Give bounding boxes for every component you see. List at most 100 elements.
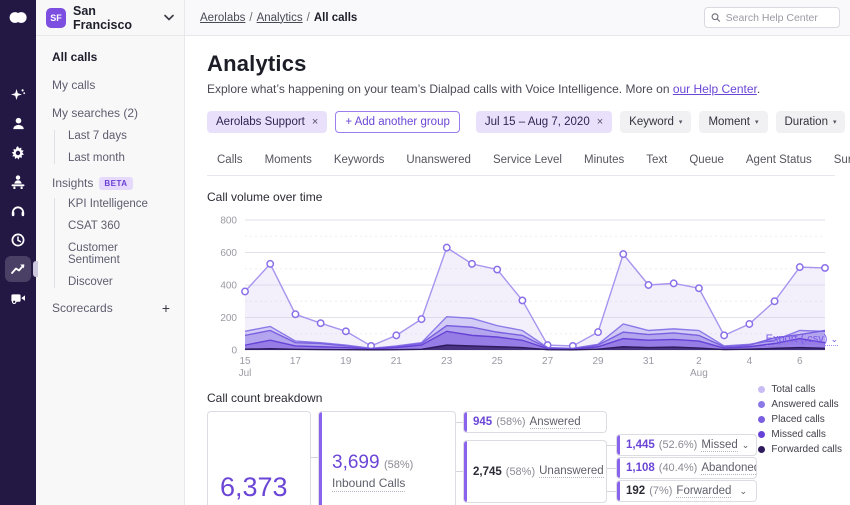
sidebar-item-customer-sentiment[interactable]: Customer Sentiment: [68, 242, 170, 266]
chevron-down-icon[interactable]: ⌄: [742, 440, 750, 451]
workspace-switcher[interactable]: SF San Francisco: [36, 0, 184, 36]
svg-text:200: 200: [220, 313, 237, 324]
ai-sparkles-icon[interactable]: [5, 82, 31, 108]
sidebar-item-csat-360[interactable]: CSAT 360: [68, 220, 170, 232]
legend-placed-calls: Placed calls: [758, 414, 842, 425]
duration-filter[interactable]: Duration ▾: [775, 111, 846, 133]
svg-text:4: 4: [747, 356, 753, 367]
svg-text:21: 21: [391, 356, 403, 367]
sidebar-item-my-calls[interactable]: My calls: [52, 78, 170, 92]
total-calls-box[interactable]: 6,373 Total Calls: [207, 411, 311, 505]
chevron-down-icon: ▾: [832, 119, 837, 126]
missed-label[interactable]: Missed: [701, 439, 738, 452]
search-input[interactable]: [725, 11, 833, 24]
group-filter-chip[interactable]: Aerolabs Support ×: [207, 111, 328, 133]
svg-text:25: 25: [492, 356, 504, 367]
page-content: Analytics Explore what’s happening on yo…: [185, 36, 850, 505]
chart-legend: Total calls Answered calls Placed calls …: [758, 384, 842, 459]
unanswered-label[interactable]: Unanswered: [539, 465, 604, 478]
remove-group-icon[interactable]: ×: [312, 116, 318, 128]
answered-calls-box[interactable]: 945 (58%) Answered: [463, 411, 607, 433]
svg-text:15: 15: [239, 356, 251, 367]
call-volume-chart[interactable]: 0 200 400 600 800 15 17 19 21 23 25 27 29 31 2 4 6 Jul Aug: [207, 208, 835, 380]
page-title: Analytics: [207, 51, 307, 76]
breadcrumb: Aerolabs / Analytics / All calls: [200, 11, 358, 24]
abandoned-label[interactable]: Abandoned: [701, 462, 756, 475]
legend-total-calls: Total calls: [758, 384, 842, 395]
remove-date-icon[interactable]: ×: [597, 116, 603, 128]
total-calls-value: 6,373: [220, 472, 288, 502]
chevron-down-icon: ▾: [678, 119, 683, 126]
sidebar-item-all-calls[interactable]: All calls: [52, 50, 170, 64]
svg-text:27: 27: [542, 356, 554, 367]
legend-answered-calls: Answered calls: [758, 399, 842, 410]
tab-agent-status[interactable]: Agent Status: [736, 148, 822, 176]
forwarded-dropdown[interactable]: 192 (7%) Forwarded ⌄: [616, 480, 757, 502]
breadcrumb-analytics[interactable]: Analytics: [257, 12, 303, 24]
coaching-icon[interactable]: [5, 169, 31, 195]
beta-badge: BETA: [99, 176, 133, 190]
forwarded-calls-dot: [758, 446, 766, 453]
moment-filter[interactable]: Moment ▾: [699, 111, 768, 133]
contacts-icon[interactable]: [5, 111, 31, 137]
svg-text:31: 31: [643, 356, 655, 367]
inbound-calls-label[interactable]: Inbound Calls: [332, 475, 406, 493]
svg-text:600: 600: [220, 248, 237, 259]
volume-section-title: Call volume over time: [207, 190, 323, 204]
sidebar-item-my-searches[interactable]: My searches (2): [52, 106, 170, 120]
add-group-button[interactable]: + Add another group: [335, 111, 460, 133]
total-calls-dot: [758, 386, 766, 393]
forwarded-label[interactable]: Forwarded: [676, 485, 732, 498]
unanswered-calls-box[interactable]: 2,745 (58%) Unanswered: [463, 440, 607, 503]
missed-dropdown[interactable]: 1,445 (52.6%) Missed ⌄: [616, 434, 757, 456]
forwarded-value: 192: [626, 485, 646, 497]
abandoned-dropdown[interactable]: 1,108 (40.4%) Abandoned ⌄: [616, 457, 757, 479]
settings-gear-icon[interactable]: [5, 140, 31, 166]
page-subtitle: Explore what’s happening on your team’s …: [207, 82, 761, 96]
tab-queue[interactable]: Queue: [679, 148, 734, 176]
chevron-down-icon[interactable]: ⌄: [739, 486, 747, 497]
tab-text[interactable]: Text: [636, 148, 677, 176]
chevron-down-icon: ⌄: [830, 334, 838, 344]
saved-searches-group: Last 7 days Last month: [54, 130, 170, 164]
tab-minutes[interactable]: Minutes: [574, 148, 634, 176]
help-search[interactable]: [704, 7, 840, 28]
breadcrumb-aerolabs[interactable]: Aerolabs: [200, 12, 245, 24]
sidebar-item-kpi-intelligence[interactable]: KPI Intelligence: [68, 198, 170, 210]
breadcrumb-all-calls: All calls: [313, 11, 358, 24]
export-csv-link[interactable]: Export (.csv) ⌄: [765, 333, 838, 346]
placed-calls-dot: [758, 416, 766, 423]
sidebar: SF San Francisco All calls My calls My s…: [36, 0, 185, 505]
date-range-chip[interactable]: Jul 15 – Aug 7, 2020 ×: [475, 111, 613, 133]
chevron-down-icon: [164, 14, 174, 21]
tab-surveys[interactable]: Surveys: [824, 148, 850, 176]
answered-label[interactable]: Answered: [529, 416, 581, 429]
inbound-calls-box[interactable]: 3,699 (58%) Inbound Calls: [318, 411, 456, 505]
dialpad-logo-icon[interactable]: [7, 10, 29, 30]
sidebar-item-scorecards[interactable]: Scorecards: [52, 301, 162, 315]
help-center-link[interactable]: our Help Center: [673, 82, 757, 96]
legend-missed-calls: Missed calls: [758, 429, 842, 440]
history-clock-icon[interactable]: [5, 227, 31, 253]
sidebar-item-insights[interactable]: Insights: [52, 176, 93, 190]
meetings-camera-icon[interactable]: [5, 285, 31, 311]
tab-moments[interactable]: Moments: [255, 148, 322, 176]
insights-group: KPI Intelligence CSAT 360 Customer Senti…: [54, 198, 170, 288]
missed-value: 1,445: [626, 439, 655, 451]
support-headset-icon[interactable]: [5, 198, 31, 224]
legend-forwarded-calls: Forwarded calls: [758, 444, 842, 455]
missed-calls-dot: [758, 431, 766, 438]
svg-text:0: 0: [231, 346, 237, 357]
sidebar-item-discover[interactable]: Discover: [68, 276, 170, 288]
svg-text:17: 17: [290, 356, 302, 367]
tab-unanswered[interactable]: Unanswered: [396, 148, 481, 176]
tab-service-level[interactable]: Service Level: [483, 148, 572, 176]
unanswered-value: 2,745: [473, 465, 502, 478]
sidebar-item-last-7-days[interactable]: Last 7 days: [68, 130, 170, 142]
keyword-filter[interactable]: Keyword ▾: [620, 111, 692, 133]
tab-calls[interactable]: Calls: [207, 148, 253, 176]
sidebar-item-last-month[interactable]: Last month: [68, 152, 170, 164]
analytics-trend-icon[interactable]: [5, 255, 38, 282]
add-scorecard-button[interactable]: +: [162, 300, 170, 316]
tab-keywords[interactable]: Keywords: [324, 148, 395, 176]
